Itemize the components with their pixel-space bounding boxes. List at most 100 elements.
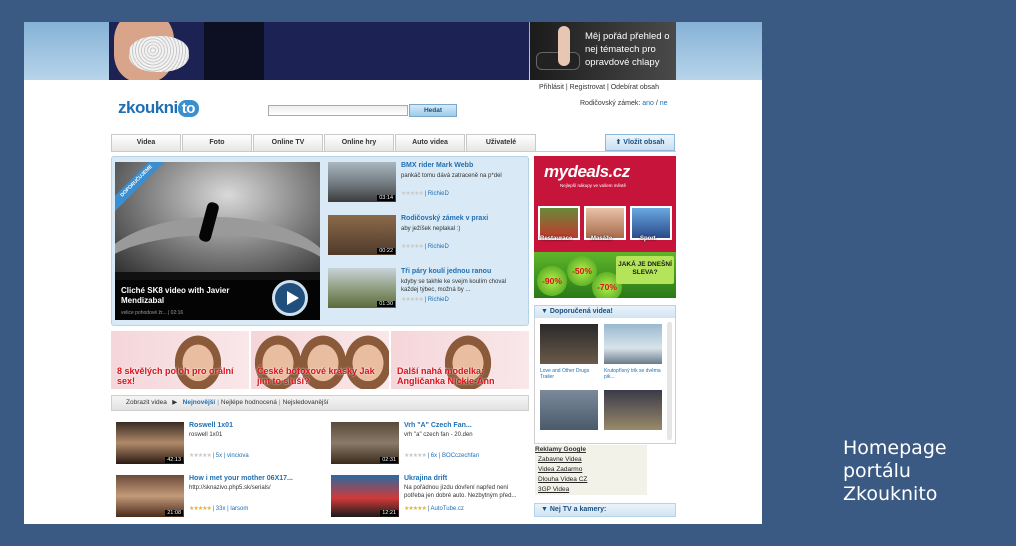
video-title[interactable]: Vrh "A" Czech Fan... — [404, 422, 472, 429]
video-user[interactable]: | RichieD — [425, 244, 449, 250]
banner-ad-text: Mêj pořád přehled o nej tématech pro opr… — [585, 31, 670, 68]
rating-stars: ★★★★★ — [189, 506, 212, 512]
video-rating: ★★★★★ | 5x | vinciova — [189, 452, 249, 459]
search-button[interactable]: Hedat — [409, 104, 457, 117]
list-item[interactable]: 12:21 Ukrajina drift Na pořádnou jízdu d… — [331, 475, 531, 521]
video-title[interactable]: How i met your mother 06X17... — [189, 475, 293, 482]
recommended-scrollbar[interactable] — [667, 322, 672, 440]
tab-auto-videa[interactable]: Auto videa — [395, 134, 465, 151]
video-duration: 42:13 — [165, 457, 183, 463]
video-stats[interactable]: | 6x | BOCczechfan — [428, 453, 479, 459]
video-rating: ★★★★★ | RichieD — [401, 243, 449, 250]
promo-text: Další nahá modelka: Angličanka Nickie-An… — [397, 366, 495, 386]
deal-tile-sport — [630, 206, 672, 240]
mydeals-tagline: Nejlepší nákupy ve vašem městě — [560, 183, 627, 188]
parental-lock: Rodičovský zámek: ano / ne — [580, 100, 668, 107]
ad-link[interactable]: Dlouha Videa CZ — [538, 476, 587, 483]
recommended-thumbnail[interactable] — [604, 390, 662, 430]
video-description: roswell 1x01 — [189, 432, 223, 438]
video-duration: 12:21 — [380, 510, 398, 516]
tab-online-tv[interactable]: Online TV — [253, 134, 323, 151]
banner-ad-left[interactable] — [109, 22, 529, 80]
deal-question: JAKÁ JE DNEŠNÍ SLEVA? — [616, 256, 674, 284]
video-rating: ★★★★★ | 6x | BOCczechfan — [404, 452, 479, 459]
video-thumbnail[interactable]: 00:22 — [328, 215, 396, 255]
video-description: Na pořádnou jízdu dovření napřed není po… — [404, 485, 517, 499]
caption-line-2: portálu — [843, 460, 911, 482]
recommended-caption[interactable]: Love and Other Drugs Trailer — [540, 368, 602, 380]
recommended-thumbnail[interactable] — [604, 324, 662, 364]
video-description: kdyby se takhle ke svejm koulím choval k… — [401, 279, 507, 293]
video-thumbnail[interactable]: 03:14 — [328, 162, 396, 202]
video-user[interactable]: | RichieD — [425, 297, 449, 303]
site-logo[interactable]: zkoukni to — [118, 98, 199, 118]
upload-content-button[interactable]: ⬆ Vložit obsah — [605, 134, 675, 151]
promo-text: České botoxové krásky Jak jim to sluší? — [257, 366, 375, 386]
banner-ad-right[interactable]: Mêj pořád přehled o nej tématech pro opr… — [530, 22, 676, 80]
ad-link[interactable]: Videa Zadarmo — [538, 466, 582, 473]
featured-list-item[interactable]: 03:14 BMX rider Mark Webb pankáč tomu dá… — [328, 162, 523, 206]
tab-uzivatele[interactable]: Uživatelé — [466, 134, 536, 151]
recommended-thumbnail[interactable] — [540, 390, 598, 430]
sort-most-viewed[interactable]: Nejsledovanější — [283, 399, 329, 406]
sort-best-rated[interactable]: Nejlépe hodnocená — [221, 399, 277, 406]
video-title[interactable]: Roswell 1x01 — [189, 422, 233, 429]
video-thumbnail[interactable]: 01:30 — [328, 268, 396, 308]
tab-foto[interactable]: Foto — [182, 134, 252, 151]
slide-caption: Homepage portálu Zkouknito — [843, 437, 947, 506]
video-duration: 03:14 — [377, 195, 395, 201]
google-ads-title[interactable]: Reklamy Google — [535, 446, 586, 453]
search-input[interactable] — [268, 105, 408, 116]
list-item[interactable]: 21:08 How i met your mother 06X17... htt… — [116, 475, 316, 521]
logo-text: zkoukni — [118, 98, 178, 117]
recommended-header[interactable]: ▼ Doporučená videa! — [534, 305, 676, 319]
featured-list-item[interactable]: 01:30 Tři páry koulí jednou ranou kdyby … — [328, 268, 523, 312]
sort-newest[interactable]: Nejnovější — [183, 399, 216, 406]
list-item[interactable]: 02:31 Vrh "A" Czech Fan... vrh "a" czech… — [331, 422, 531, 468]
account-links[interactable]: Přihlásit | Registrovat | Odebírat obsah — [539, 84, 659, 91]
parental-lock-yes[interactable]: ano — [642, 100, 654, 107]
nav-divider — [111, 151, 676, 152]
video-thumbnail[interactable]: 42:13 — [116, 422, 184, 464]
video-user[interactable]: | RichieD — [425, 191, 449, 197]
video-title[interactable]: Rodičovský zámek v praxi — [401, 215, 488, 222]
ad-link[interactable]: 3GP Videa — [538, 486, 569, 493]
promo-banner[interactable]: Další nahá modelka: Angličanka Nickie-An… — [391, 331, 529, 389]
featured-title[interactable]: Cliché SK8 video with Javier Mendizabal — [121, 286, 261, 306]
video-stats[interactable]: | 33x | larsom — [213, 506, 249, 512]
featured-video[interactable]: DOPORUČUJEME Cliché SK8 video with Javie… — [115, 162, 320, 320]
tab-videa[interactable]: Videa — [111, 134, 181, 151]
video-thumbnail[interactable]: 02:31 — [331, 422, 399, 464]
recommended-thumbnail[interactable] — [540, 324, 598, 364]
tab-online-hry[interactable]: Online hry — [324, 134, 394, 151]
video-title[interactable]: BMX rider Mark Webb — [401, 162, 473, 169]
video-thumbnail[interactable]: 21:08 — [116, 475, 184, 517]
video-duration: 01:30 — [377, 301, 395, 307]
parental-lock-no[interactable]: ne — [660, 100, 668, 107]
rating-stars-empty: ★★★★★ — [401, 297, 424, 303]
rating-stars-empty: ★★★★★ — [401, 191, 424, 197]
banner-figure — [204, 22, 264, 80]
recommended-caption[interactable]: Krutopřísný trik se dvěma pik... — [604, 368, 666, 380]
tv-panel-header[interactable]: ▼ Nej TV a kamery: — [534, 503, 676, 517]
list-item[interactable]: 42:13 Roswell 1x01 roswell 1x01 ★★★★★ | … — [116, 422, 316, 468]
video-sort-bar: Zobrazit videa ▶ Nejnovější | Nejlépe hodn… — [111, 395, 529, 411]
ad-link[interactable]: Zabavne Videa — [538, 456, 582, 463]
featured-meta: velice pohodové žr... | 02:16 — [121, 310, 184, 316]
video-rating: ★★★★★ | RichieD — [401, 190, 449, 197]
promo-banner[interactable]: 8 skvělých poloh pro orální sex! — [111, 331, 249, 389]
play-icon[interactable] — [272, 280, 308, 316]
video-title[interactable]: Ukrajina drift — [404, 475, 447, 482]
video-rating: ★★★★★ | RichieD — [401, 296, 449, 303]
featured-list-item[interactable]: 00:22 Rodičovský zámek v praxi aby ježíš… — [328, 215, 523, 259]
mydeals-ad[interactable]: mydeals.cz Nejlepší nákupy ve vašem měst… — [534, 156, 676, 298]
promo-banner[interactable]: České botoxové krásky Jak jim to sluší? — [251, 331, 389, 389]
video-stats[interactable]: | AutoTube.cz — [428, 506, 464, 512]
mydeals-logo: mydeals.cz — [544, 162, 630, 181]
video-title[interactable]: Tři páry koulí jednou ranou — [401, 268, 491, 275]
video-duration: 21:08 — [165, 510, 183, 516]
video-stats[interactable]: | 5x | vinciova — [213, 453, 249, 459]
promo-text: 8 skvělých poloh pro orální sex! — [117, 366, 234, 386]
video-thumbnail[interactable]: 12:21 — [331, 475, 399, 517]
arrow-right-icon: ▶ — [172, 399, 178, 406]
